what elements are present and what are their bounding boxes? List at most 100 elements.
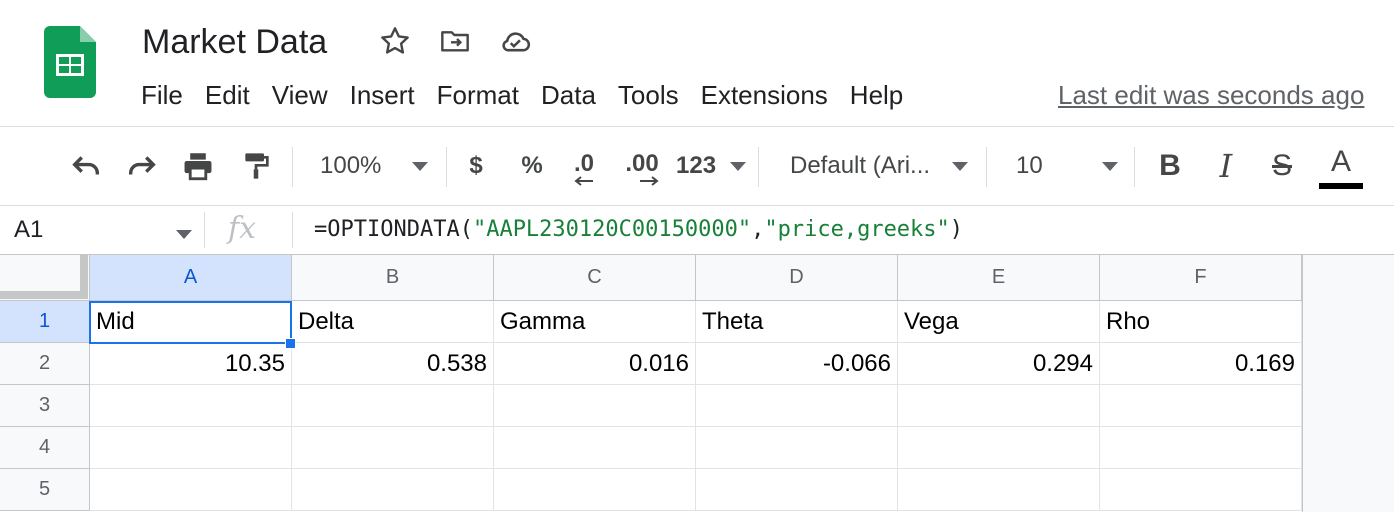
document-title[interactable]: Market Data xyxy=(142,22,327,62)
column-header-c[interactable]: C xyxy=(494,255,696,301)
cell-f4[interactable] xyxy=(1100,427,1302,469)
row-header-5[interactable]: 5 xyxy=(0,469,90,511)
cell-e2[interactable]: 0.294 xyxy=(898,343,1100,385)
freeze-row-handle[interactable] xyxy=(0,291,88,299)
row-header-3[interactable]: 3 xyxy=(0,385,90,427)
menu-data[interactable]: Data xyxy=(530,76,607,114)
menu-insert[interactable]: Insert xyxy=(339,76,426,114)
menu-format[interactable]: Format xyxy=(426,76,530,114)
menu-edit[interactable]: Edit xyxy=(194,76,261,114)
zoom-select[interactable]: 100% xyxy=(310,127,434,205)
font-size-value: 10 xyxy=(1016,152,1043,179)
select-all-corner[interactable] xyxy=(0,255,90,301)
formula-separator xyxy=(204,212,205,248)
cell-a4[interactable] xyxy=(90,427,292,469)
fx-icon: fx xyxy=(228,211,257,246)
font-size-select[interactable]: 10 xyxy=(1004,127,1122,205)
cell-d3[interactable] xyxy=(696,385,898,427)
cell-c1[interactable]: Gamma xyxy=(494,301,696,343)
row-header-1[interactable]: 1 xyxy=(0,301,90,343)
formula-separator xyxy=(292,212,293,248)
bold-button[interactable]: B xyxy=(1150,127,1190,205)
font-family-select[interactable]: Default (Ari... xyxy=(778,127,974,205)
italic-button[interactable]: I xyxy=(1206,127,1246,205)
column-header-e[interactable]: E xyxy=(898,255,1100,301)
menu-tools[interactable]: Tools xyxy=(607,76,690,114)
chevron-down-icon xyxy=(412,161,428,171)
cell-e4[interactable] xyxy=(898,427,1100,469)
cell-d2[interactable]: -0.066 xyxy=(696,343,898,385)
arrow-right-icon xyxy=(640,176,659,186)
spreadsheet-grid: A B C D E F 1 2 3 4 5 Mid Delta Gamma Th… xyxy=(0,255,1394,512)
fill-handle[interactable] xyxy=(285,338,296,349)
menu-help[interactable]: Help xyxy=(839,76,914,114)
row-header-4[interactable]: 4 xyxy=(0,427,90,469)
cell-e5[interactable] xyxy=(898,469,1100,511)
undo-icon[interactable] xyxy=(64,127,108,205)
cell-a3[interactable] xyxy=(90,385,292,427)
cell-f1[interactable]: Rho xyxy=(1100,301,1302,343)
cell-c4[interactable] xyxy=(494,427,696,469)
cell-e3[interactable] xyxy=(898,385,1100,427)
cell-f5[interactable] xyxy=(1100,469,1302,511)
toolbar-separator xyxy=(1134,147,1135,187)
cell-c3[interactable] xyxy=(494,385,696,427)
cell-b1[interactable]: Delta xyxy=(292,301,494,343)
cloud-saved-icon[interactable] xyxy=(498,24,532,58)
toolbar-separator xyxy=(292,147,293,187)
print-icon[interactable] xyxy=(176,127,220,205)
toolbar-separator xyxy=(758,147,759,187)
star-icon[interactable] xyxy=(378,24,412,58)
decrease-decimal-button[interactable]: .0 xyxy=(564,127,604,205)
currency-format-button[interactable]: $ xyxy=(458,127,494,205)
menu-bar: File Edit View Insert Format Data Tools … xyxy=(130,76,914,114)
text-color-swatch xyxy=(1319,183,1363,189)
chevron-down-icon xyxy=(952,161,968,171)
toolbar-separator xyxy=(446,147,447,187)
toolbar-separator xyxy=(986,147,987,187)
name-box[interactable]: A1 xyxy=(14,212,43,248)
cell-b5[interactable] xyxy=(292,469,494,511)
cell-f3[interactable] xyxy=(1100,385,1302,427)
cell-d4[interactable] xyxy=(696,427,898,469)
column-header-b[interactable]: B xyxy=(292,255,494,301)
cell-b2[interactable]: 0.538 xyxy=(292,343,494,385)
cell-d5[interactable] xyxy=(696,469,898,511)
cell-e1[interactable]: Vega xyxy=(898,301,1100,343)
text-color-button[interactable]: A xyxy=(1318,127,1364,205)
cell-b4[interactable] xyxy=(292,427,494,469)
toolbar: 100% $ % .0 .00 123 Default (Ari... 10 B… xyxy=(0,127,1394,205)
font-family-value: Default (Ari... xyxy=(790,152,931,179)
cell-a2[interactable]: 10.35 xyxy=(90,343,292,385)
column-header-a[interactable]: A xyxy=(90,255,292,301)
row-header-2[interactable]: 2 xyxy=(0,343,90,385)
column-header-d[interactable]: D xyxy=(696,255,898,301)
cell-c2[interactable]: 0.016 xyxy=(494,343,696,385)
cell-b3[interactable] xyxy=(292,385,494,427)
zoom-value: 100% xyxy=(320,152,382,179)
cell-f2[interactable]: 0.169 xyxy=(1100,343,1302,385)
move-to-folder-icon[interactable] xyxy=(438,24,472,58)
menu-view[interactable]: View xyxy=(261,76,339,114)
strikethrough-button[interactable]: S xyxy=(1262,127,1302,205)
last-edit-link[interactable]: Last edit was seconds ago xyxy=(1058,76,1364,114)
menu-file[interactable]: File xyxy=(130,76,194,114)
formula-input[interactable]: =OPTIONDATA("AAPL230120C00150000","price… xyxy=(314,212,963,248)
cell-a5[interactable] xyxy=(90,469,292,511)
paint-format-icon[interactable] xyxy=(234,127,278,205)
arrow-left-icon xyxy=(574,176,593,186)
redo-icon[interactable] xyxy=(120,127,164,205)
sheets-logo-icon[interactable] xyxy=(44,26,96,98)
cell-c5[interactable] xyxy=(494,469,696,511)
menu-extensions[interactable]: Extensions xyxy=(690,76,839,114)
chevron-down-icon xyxy=(1102,161,1118,171)
cell-d1[interactable]: Theta xyxy=(696,301,898,343)
column-header-f[interactable]: F xyxy=(1100,255,1302,301)
chevron-down-icon xyxy=(730,161,746,171)
formula-bar: A1 fx =OPTIONDATA("AAPL230120C00150000",… xyxy=(0,206,1394,254)
cell-a1[interactable]: Mid xyxy=(90,301,292,343)
percent-format-button[interactable]: % xyxy=(514,127,550,205)
more-formats-select[interactable]: 123 xyxy=(676,127,746,205)
increase-decimal-button[interactable]: .00 xyxy=(620,127,664,205)
chevron-down-icon[interactable] xyxy=(176,230,192,239)
